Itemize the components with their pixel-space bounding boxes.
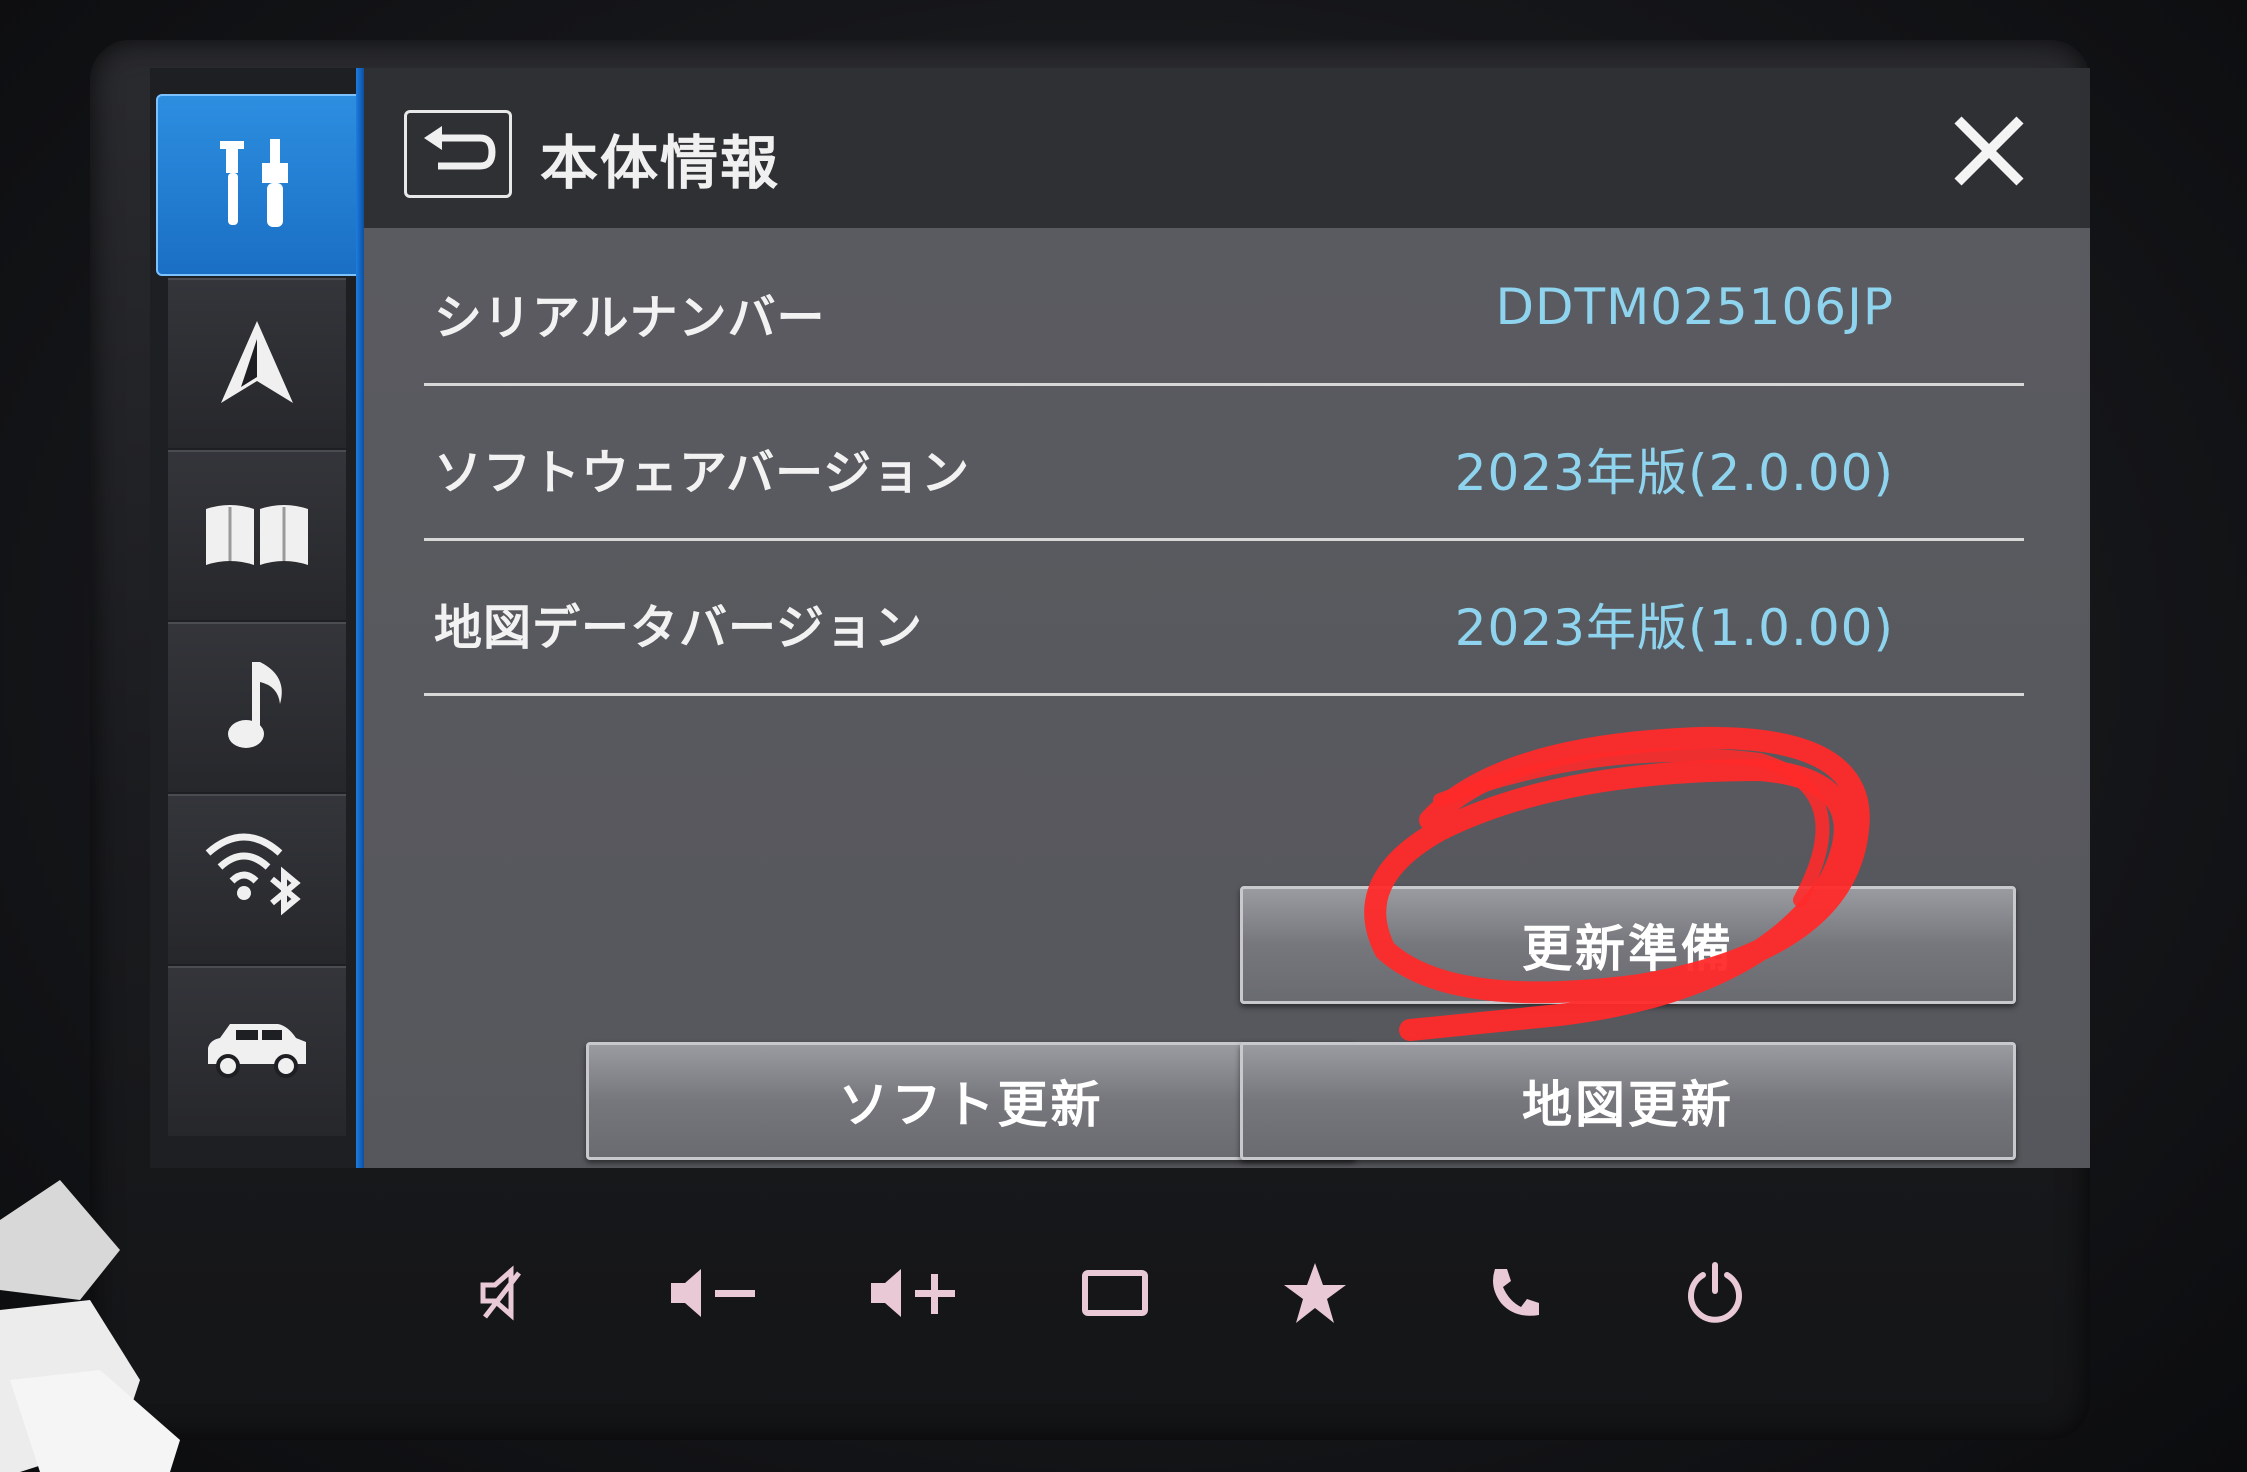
header-bar: 本体情報 [364,68,2090,228]
nav-item-audio[interactable] [168,622,346,792]
nav-item-navigation[interactable] [168,278,346,448]
side-nav [150,68,362,1168]
tools-icon [218,133,298,237]
info-row-serial: シリアルナンバー DDTM025106JP [424,228,2024,386]
star-icon [1282,1261,1348,1329]
map-book-icon [202,499,312,573]
nav-item-map[interactable] [168,450,346,620]
wifi-bluetooth-icon [202,823,312,937]
info-label: 地図データバージョン [434,600,924,656]
content-panel: シリアルナンバー DDTM025106JP ソフトウェアバージョン 2023年版… [364,228,2090,1168]
info-label: ソフトウェアバージョン [434,445,971,501]
info-value: 2023年版(2.0.00) [1454,444,1894,502]
close-icon [1952,114,2026,192]
map-update-button[interactable]: 地図更新 [1240,1042,2016,1160]
close-button[interactable] [1944,108,2034,198]
hw-volume-up-button[interactable] [860,1250,970,1340]
paper-sticker [0,1180,180,1472]
phone-icon [1485,1263,1545,1327]
volume-up-icon [865,1263,965,1327]
nav-item-vehicle[interactable] [168,966,346,1136]
nav-item-connectivity[interactable] [168,794,346,964]
nav-item-settings[interactable] [156,94,360,276]
info-value: DDTM025106JP [1495,278,1894,336]
info-row-software-version: ソフトウェアバージョン 2023年版(2.0.00) [424,383,2024,541]
volume-down-icon [665,1263,765,1327]
power-icon [1683,1261,1747,1329]
info-value: 2023年版(1.0.00) [1454,599,1894,657]
mute-icon [475,1263,535,1327]
update-prep-button[interactable]: 更新準備 [1240,886,2016,1004]
hw-phone-button[interactable] [1470,1250,1560,1340]
hw-mute-button[interactable] [460,1250,550,1340]
hw-power-button[interactable] [1670,1250,1760,1340]
hw-screen-button[interactable] [1070,1250,1160,1340]
hw-favorite-button[interactable] [1270,1250,1360,1340]
info-row-map-version: 地図データバージョン 2023年版(1.0.00) [424,538,2024,696]
hw-volume-down-button[interactable] [660,1250,770,1340]
nav-accent-rail [356,68,364,1168]
back-button[interactable] [404,110,512,198]
info-label: シリアルナンバー [434,290,826,346]
navigation-arrow-icon [217,317,297,411]
music-note-icon [222,658,292,758]
car-icon [202,1020,312,1084]
display-screen: 本体情報 シリアルナンバー DDTM025106JP ソフトウェアバージョン 2… [150,68,2090,1168]
page-title: 本体情報 [540,129,781,197]
back-arrow-icon [418,124,498,184]
hardware-button-bar [460,1230,1760,1350]
screen-icon [1080,1268,1150,1322]
